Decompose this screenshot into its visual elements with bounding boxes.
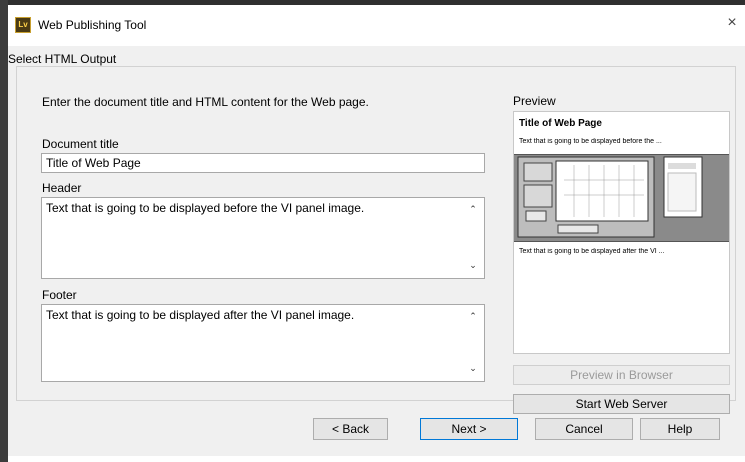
left-edge-bar: [0, 0, 8, 462]
footer-text: Text that is going to be displayed after…: [46, 308, 355, 322]
preview-pane: Title of Web Page Text that is going to …: [513, 111, 730, 354]
preview-title: Title of Web Page: [519, 118, 602, 129]
preview-panel-image: [514, 154, 729, 242]
preview-in-browser-button[interactable]: Preview in Browser: [513, 365, 730, 385]
title-bar: Lv Web Publishing Tool ×: [0, 0, 745, 46]
footer-scroll-down-icon[interactable]: ⌄: [468, 363, 478, 373]
back-button[interactable]: < Back: [313, 418, 388, 440]
next-button[interactable]: Next >: [420, 418, 518, 440]
footer-scroll-up-icon[interactable]: ⌃: [468, 311, 478, 321]
header-scroll-up-icon[interactable]: ⌃: [468, 204, 478, 214]
start-web-server-button[interactable]: Start Web Server: [513, 394, 730, 414]
window-title: Web Publishing Tool: [38, 18, 147, 32]
footer-label: Footer: [42, 288, 77, 302]
close-icon[interactable]: ×: [722, 13, 742, 33]
app-icon-text: Lv: [18, 20, 28, 29]
help-button[interactable]: Help: [640, 418, 720, 440]
group-label: Select HTML Output: [8, 52, 117, 66]
vi-panel-thumbnail: [517, 156, 703, 238]
cancel-button[interactable]: Cancel: [535, 418, 633, 440]
preview-after-text: Text that is going to be displayed after…: [519, 248, 665, 255]
header-text: Text that is going to be displayed befor…: [46, 201, 365, 215]
instructions-text: Enter the document title and HTML conten…: [42, 95, 369, 109]
document-title-input[interactable]: Title of Web Page: [41, 153, 485, 173]
dialog-body: Select HTML Output Enter the document ti…: [8, 46, 745, 456]
preview-label: Preview: [513, 94, 556, 108]
header-textarea[interactable]: Text that is going to be displayed befor…: [41, 197, 485, 279]
footer-textarea[interactable]: Text that is going to be displayed after…: [41, 304, 485, 382]
labview-app-icon: Lv: [15, 17, 31, 33]
header-label: Header: [42, 181, 82, 195]
html-output-group: Enter the document title and HTML conten…: [16, 66, 736, 414]
header-scroll-down-icon[interactable]: ⌄: [468, 260, 478, 270]
preview-before-text: Text that is going to be displayed befor…: [519, 138, 662, 145]
document-title-label: Document title: [42, 137, 119, 151]
